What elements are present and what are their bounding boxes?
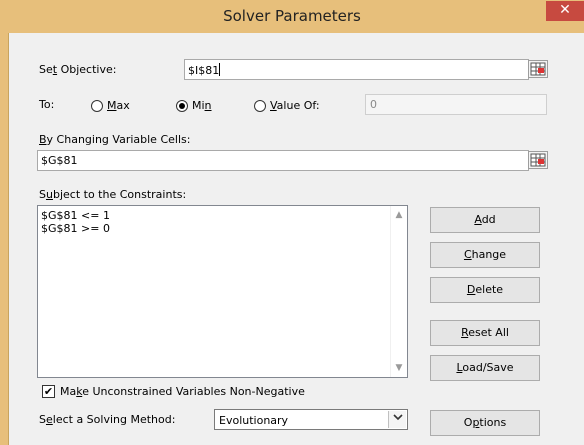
delete-button[interactable]: Delete: [430, 277, 540, 303]
min-radio[interactable]: [176, 100, 188, 112]
solver-window: Solver Parameters ✕ Set Objective: $I$81…: [0, 0, 584, 445]
solving-method-value: Evolutionary: [219, 414, 289, 427]
objective-range-button[interactable]: [528, 60, 548, 78]
value-of-label[interactable]: Value Of:: [270, 99, 320, 112]
non-negative-checkbox[interactable]: ✔: [42, 385, 55, 398]
range-selector-icon: [530, 153, 546, 167]
range-selector-icon: [530, 62, 546, 76]
changing-cells-input[interactable]: $G$81: [37, 150, 529, 171]
load-save-button[interactable]: Load/Save: [430, 355, 540, 381]
chevron-down-icon[interactable]: [388, 411, 406, 428]
constraints-scrollbar[interactable]: ▲ ▼: [390, 206, 407, 377]
reset-all-button[interactable]: Reset All: [430, 320, 540, 346]
constraints-list[interactable]: $G$81 <= 1 $G$81 >= 0 ▲ ▼: [37, 205, 408, 378]
min-label[interactable]: Min: [192, 99, 212, 112]
title-bar[interactable]: Solver Parameters ✕: [0, 0, 584, 33]
scroll-down-icon[interactable]: ▼: [394, 363, 404, 373]
value-of-input[interactable]: 0: [365, 94, 547, 115]
objective-value: $I$81: [188, 63, 221, 77]
set-objective-label: Set Objective:: [39, 63, 117, 76]
scroll-up-icon[interactable]: ▲: [394, 210, 404, 220]
objective-input[interactable]: $I$81: [184, 59, 529, 80]
constraints-label: Subject to the Constraints:: [39, 188, 187, 201]
max-radio[interactable]: [91, 100, 103, 112]
solving-method-label: Select a Solving Method:: [39, 413, 176, 426]
constraint-item[interactable]: $G$81 <= 1: [41, 209, 110, 222]
close-button[interactable]: ✕: [546, 1, 584, 21]
value-of-radio[interactable]: [254, 100, 266, 112]
constraint-item[interactable]: $G$81 >= 0: [41, 222, 110, 235]
max-label[interactable]: Max: [107, 99, 130, 112]
dialog-body: Set Objective: $I$81 To: Max Min Value O…: [8, 33, 584, 445]
non-negative-label[interactable]: Make Unconstrained Variables Non-Negativ…: [60, 385, 305, 398]
changing-cells-range-button[interactable]: [528, 151, 548, 169]
changing-cells-label: By Changing Variable Cells:: [39, 133, 191, 146]
changing-cells-value: $G$81: [41, 154, 78, 167]
add-button[interactable]: Add: [430, 207, 540, 233]
value-of-value: 0: [370, 98, 377, 111]
options-button[interactable]: Options: [430, 410, 540, 436]
to-label: To:: [39, 98, 55, 111]
solving-method-select[interactable]: Evolutionary: [214, 409, 408, 430]
window-title: Solver Parameters: [223, 7, 361, 25]
change-button[interactable]: Change: [430, 242, 540, 268]
